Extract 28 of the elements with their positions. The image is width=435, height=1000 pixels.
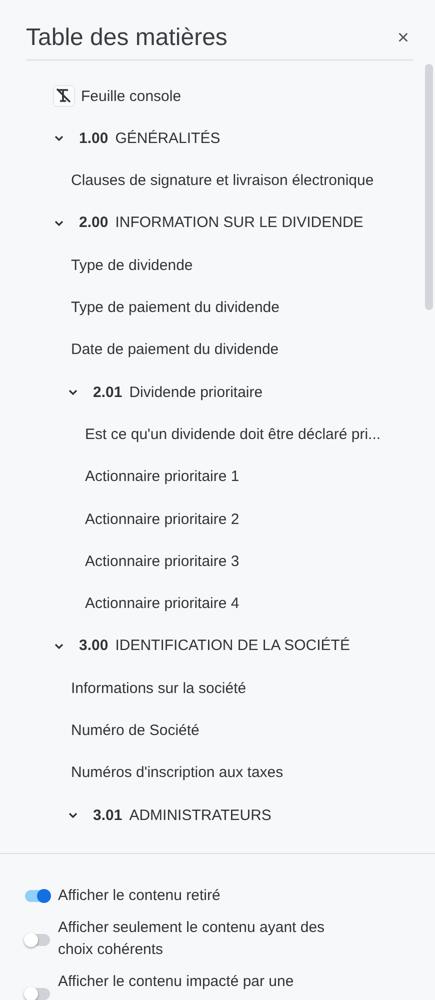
tree-item[interactable]: Actionnaire prioritaire 1: [81, 456, 240, 498]
section-item[interactable]: 3.00 IDENTIFICATION DE LA SOCIÉTÉ: [53, 624, 350, 668]
tree-item[interactable]: Actionnaire prioritaire 4: [81, 582, 240, 625]
toggle-switch[interactable]: [25, 934, 50, 946]
section-item[interactable]: 1.00 GÉNÉRALITÉS: [53, 117, 220, 160]
tree-item[interactable]: Date de paiement du dividende: [67, 328, 279, 372]
tree-item[interactable]: Type de dividende: [67, 244, 193, 286]
tree-item[interactable]: Actionnaire prioritaire 2: [81, 498, 240, 540]
tree-item[interactable]: Actionnaire prioritaire 3: [81, 540, 240, 583]
option-label: Afficher le contenu impacté par une: [58, 972, 295, 992]
toggle-switch[interactable]: [25, 890, 50, 902]
close-button[interactable]: ×: [393, 28, 413, 48]
tree-item[interactable]: Type de paiement du dividende: [67, 286, 280, 329]
crossed-text-icon: [53, 85, 75, 108]
section-item[interactable]: 2.01 Dividende prioritaire: [67, 371, 263, 414]
tree-item[interactable]: Numéros d'inscription aux taxes: [67, 752, 284, 794]
section-item[interactable]: 2.00 INFORMATION SUR LE DIVIDENDE: [53, 202, 364, 244]
tree-item[interactable]: Numéro de Société: [67, 709, 200, 752]
tree-item[interactable]: Clauses de signature et livraison électronique: [67, 160, 374, 202]
panel-title: Table des matières: [26, 23, 228, 54]
tree-item[interactable]: Feuille console: [53, 74, 182, 118]
tree-item[interactable]: Est ce qu'un dividende doit être déclaré pri...: [81, 413, 381, 456]
toggle-switch[interactable]: [25, 988, 50, 1000]
scrollbar-thumb[interactable]: [425, 64, 433, 310]
tree-item[interactable]: Informations sur la société: [67, 667, 246, 710]
option-label: Afficher le contenu retiré: [58, 886, 222, 906]
option-label: Afficher seulement le contenu ayant des choix cohérents: [58, 918, 326, 960]
section-item[interactable]: 3.01 ADMINISTRATEURS: [67, 794, 272, 836]
